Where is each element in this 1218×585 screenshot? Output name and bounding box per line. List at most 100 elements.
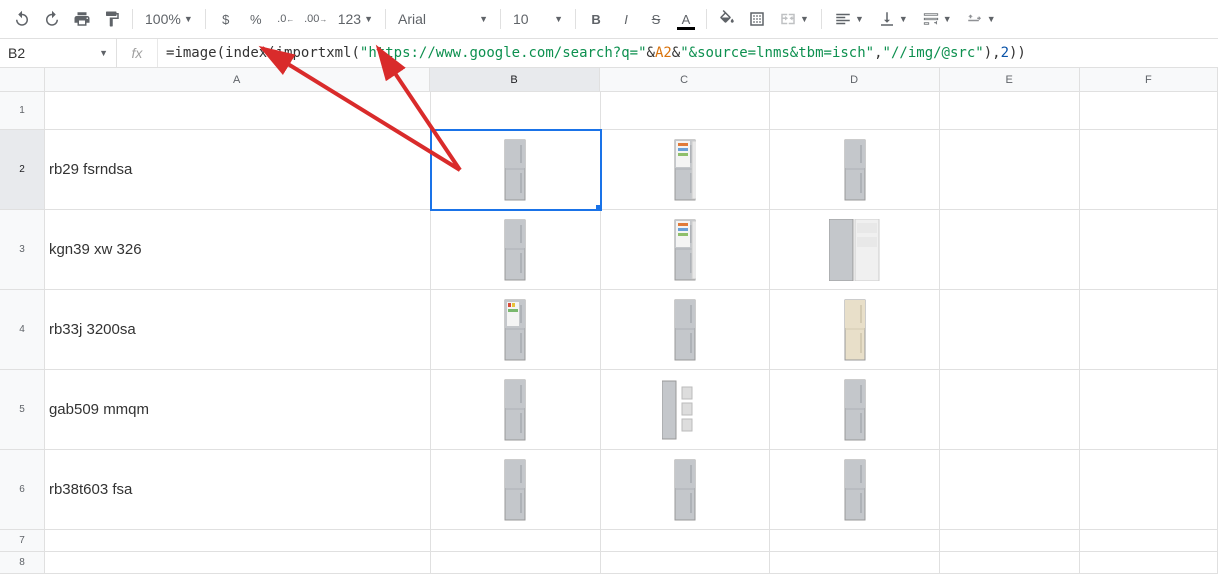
cell-E4[interactable] xyxy=(940,290,1080,370)
cell-B5[interactable] xyxy=(431,370,601,450)
cell-D8[interactable] xyxy=(770,552,940,574)
strikethrough-button[interactable]: S xyxy=(642,5,670,33)
cell-C4[interactable] xyxy=(601,290,771,370)
toolbar: 100%▼ $ % .0← .00→ 123▼ Arial▼ 10▼ B I S… xyxy=(0,0,1218,39)
cell-D1[interactable] xyxy=(770,92,940,130)
cell-A2[interactable]: rb29 fsrndsa xyxy=(45,130,431,210)
cell-D7[interactable] xyxy=(770,530,940,552)
row-header[interactable]: 7 xyxy=(0,530,45,552)
cell-A6[interactable]: rb38t603 fsa xyxy=(45,450,431,530)
undo-button[interactable] xyxy=(8,5,36,33)
cell-B7[interactable] xyxy=(431,530,601,552)
row-header[interactable]: 3 xyxy=(0,210,45,290)
column-header-F[interactable]: F xyxy=(1080,68,1218,92)
separator xyxy=(132,9,133,29)
formula-input[interactable]: =image(index(importxml("https://www.goog… xyxy=(158,39,1218,67)
text-color-button[interactable]: A xyxy=(672,5,700,33)
merge-dropdown[interactable]: ▼ xyxy=(773,5,815,33)
cell-A5[interactable]: gab509 mmqm xyxy=(45,370,431,450)
vertical-align-dropdown[interactable]: ▼ xyxy=(872,5,914,33)
column-header-A[interactable]: A xyxy=(45,68,430,92)
currency-button[interactable]: $ xyxy=(212,5,240,33)
row-header[interactable]: 1 xyxy=(0,92,45,130)
cell-A8[interactable] xyxy=(45,552,431,574)
column-header-D[interactable]: D xyxy=(770,68,940,92)
cell-E6[interactable] xyxy=(940,450,1080,530)
font-size-dropdown[interactable]: 10▼ xyxy=(507,5,569,33)
cell-F5[interactable] xyxy=(1080,370,1218,450)
chevron-down-icon: ▼ xyxy=(855,14,864,24)
cell-C7[interactable] xyxy=(601,530,771,552)
cell-A1[interactable] xyxy=(45,92,431,130)
zoom-dropdown[interactable]: 100%▼ xyxy=(139,5,199,33)
cell-B4[interactable] xyxy=(431,290,601,370)
cell-F2[interactable] xyxy=(1080,130,1218,210)
fridge-image xyxy=(844,299,866,361)
cell-B6[interactable] xyxy=(431,450,601,530)
row-header[interactable]: 2 xyxy=(0,130,45,210)
horizontal-align-dropdown[interactable]: ▼ xyxy=(828,5,870,33)
cell-C1[interactable] xyxy=(601,92,771,130)
row-header[interactable]: 5 xyxy=(0,370,45,450)
cell-E8[interactable] xyxy=(940,552,1080,574)
print-button[interactable] xyxy=(68,5,96,33)
borders-button[interactable] xyxy=(743,5,771,33)
name-box[interactable]: B2 ▼ xyxy=(0,39,117,67)
fridge-image xyxy=(504,379,526,441)
paint-format-button[interactable] xyxy=(98,5,126,33)
cell-B8[interactable] xyxy=(431,552,601,574)
cell-F4[interactable] xyxy=(1080,290,1218,370)
cell-D5[interactable] xyxy=(770,370,940,450)
text-rotation-dropdown[interactable]: ▼ xyxy=(960,5,1002,33)
cell-C2[interactable] xyxy=(601,130,771,210)
cell-F3[interactable] xyxy=(1080,210,1218,290)
cell-C6[interactable] xyxy=(601,450,771,530)
font-family-dropdown[interactable]: Arial▼ xyxy=(392,5,494,33)
cell-E7[interactable] xyxy=(940,530,1080,552)
cell-F6[interactable] xyxy=(1080,450,1218,530)
fridge-image xyxy=(829,219,881,281)
chevron-down-icon: ▼ xyxy=(987,14,996,24)
row-header[interactable]: 6 xyxy=(0,450,45,530)
cell-B3[interactable] xyxy=(431,210,601,290)
cell-E1[interactable] xyxy=(940,92,1080,130)
select-all-corner[interactable] xyxy=(0,68,45,92)
cell-A4[interactable]: rb33j 3200sa xyxy=(45,290,431,370)
cell-E5[interactable] xyxy=(940,370,1080,450)
cell-F8[interactable] xyxy=(1080,552,1218,574)
redo-button[interactable] xyxy=(38,5,66,33)
column-header-B[interactable]: B xyxy=(430,68,600,92)
cell-E3[interactable] xyxy=(940,210,1080,290)
chevron-down-icon: ▼ xyxy=(479,14,488,24)
fill-color-button[interactable] xyxy=(713,5,741,33)
cell-B1[interactable] xyxy=(431,92,601,130)
cell-C5[interactable] xyxy=(601,370,771,450)
cell-B2[interactable] xyxy=(431,130,601,210)
fx-icon: fx xyxy=(117,39,158,67)
increase-decimal-button[interactable]: .00→ xyxy=(302,5,330,33)
decrease-decimal-button[interactable]: .0← xyxy=(272,5,300,33)
cell-A3[interactable]: kgn39 xw 326 xyxy=(45,210,431,290)
cell-D6[interactable] xyxy=(770,450,940,530)
cell-E2[interactable] xyxy=(940,130,1080,210)
row-header[interactable]: 4 xyxy=(0,290,45,370)
separator xyxy=(575,9,576,29)
italic-button[interactable]: I xyxy=(612,5,640,33)
cell-F7[interactable] xyxy=(1080,530,1218,552)
column-header-E[interactable]: E xyxy=(940,68,1080,92)
text-wrap-dropdown[interactable]: ▼ xyxy=(916,5,958,33)
more-formats-dropdown[interactable]: 123▼ xyxy=(332,5,379,33)
percent-button[interactable]: % xyxy=(242,5,270,33)
align-left-icon xyxy=(834,10,852,28)
cell-C8[interactable] xyxy=(601,552,771,574)
column-header-C[interactable]: C xyxy=(600,68,770,92)
cell-C3[interactable] xyxy=(601,210,771,290)
cell-D4[interactable] xyxy=(770,290,940,370)
cell-F1[interactable] xyxy=(1080,92,1218,130)
row-header[interactable]: 8 xyxy=(0,552,45,574)
chevron-down-icon: ▼ xyxy=(554,14,563,24)
bold-button[interactable]: B xyxy=(582,5,610,33)
cell-D2[interactable] xyxy=(770,130,940,210)
cell-A7[interactable] xyxy=(45,530,431,552)
cell-D3[interactable] xyxy=(770,210,940,290)
